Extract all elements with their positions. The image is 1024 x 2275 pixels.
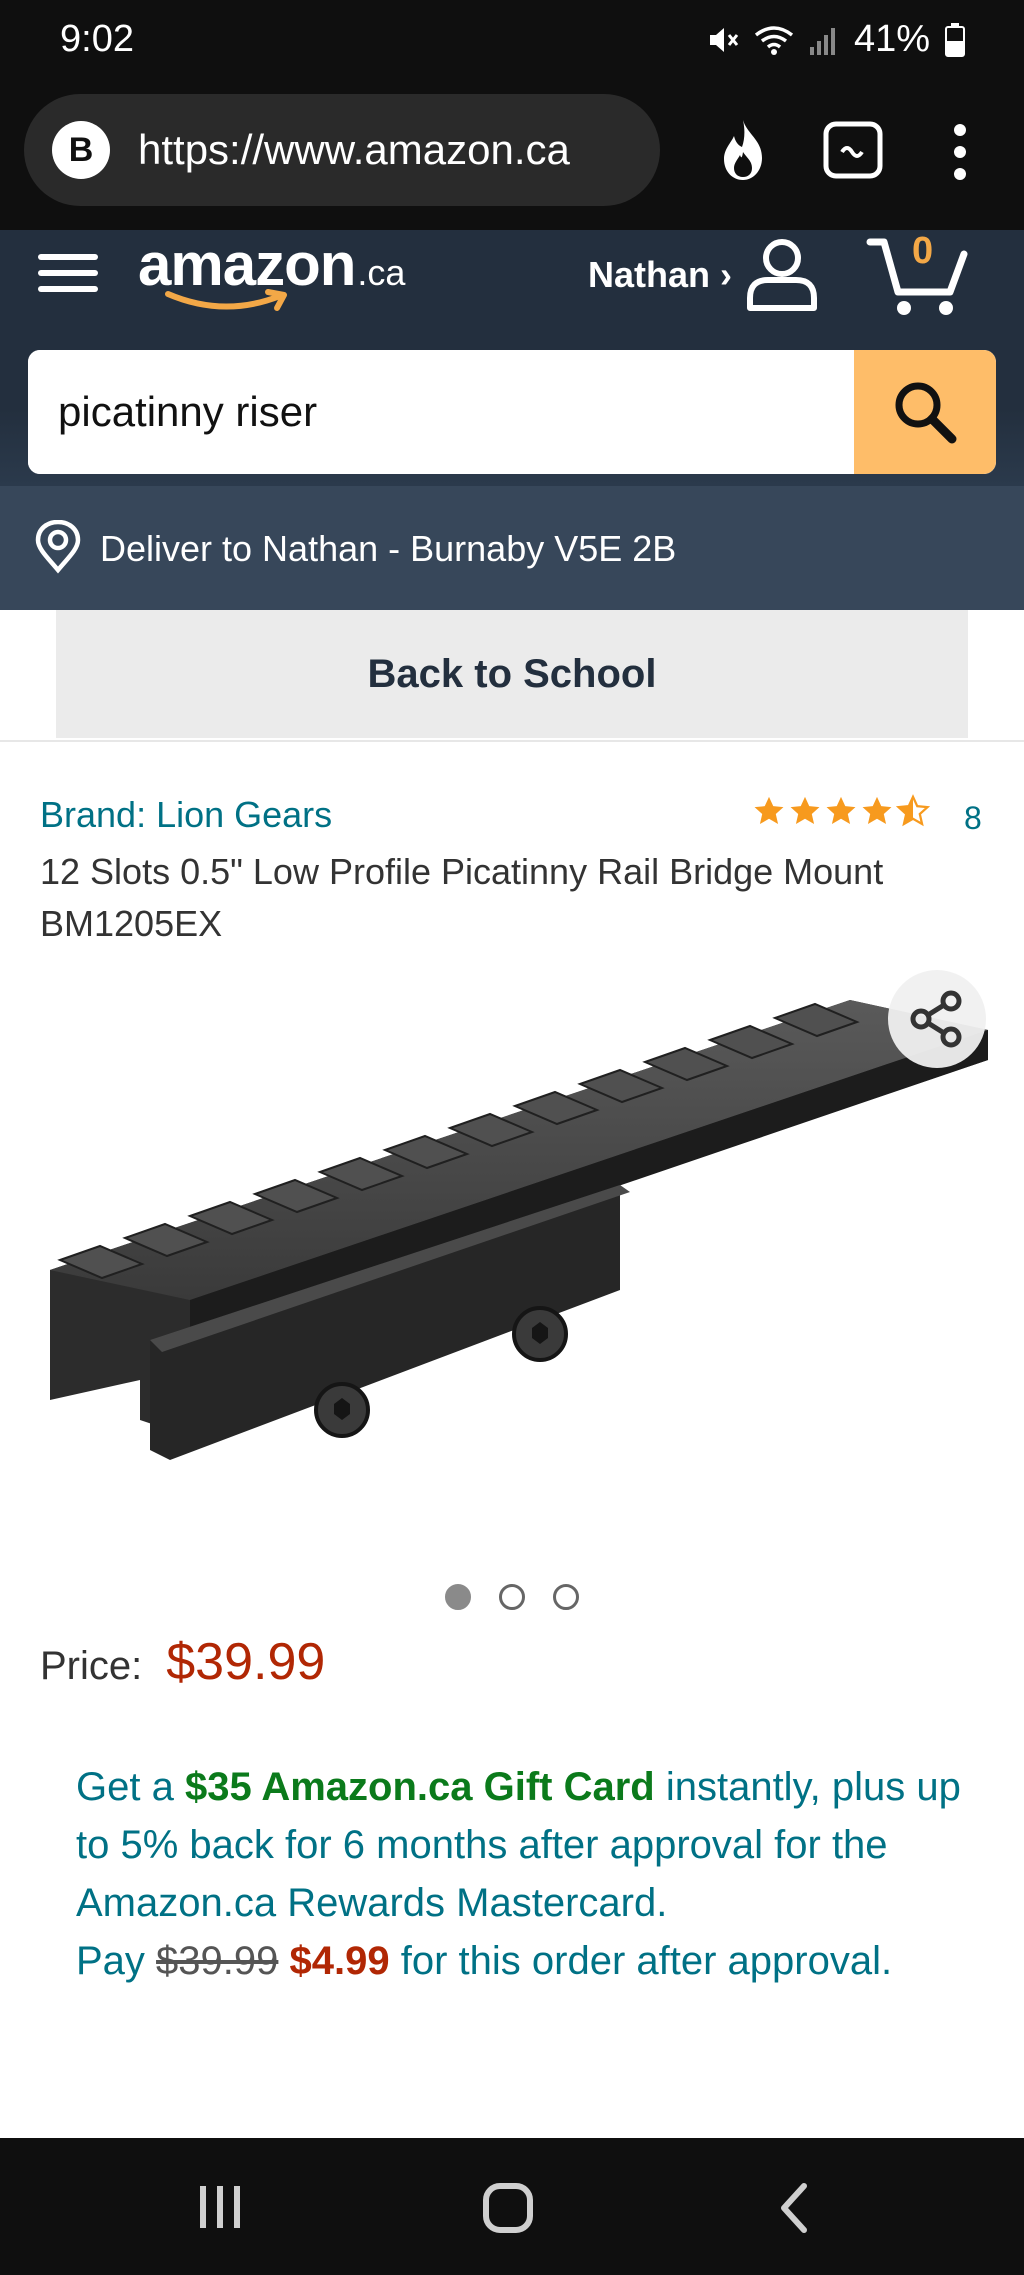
star-full-icon bbox=[754, 796, 784, 825]
location-pin-icon bbox=[35, 520, 81, 574]
status-bar: 9:02 41% bbox=[0, 0, 1024, 88]
more-menu-icon[interactable] bbox=[948, 124, 972, 180]
gift-card-amount: $35 Amazon.ca Gift Card bbox=[184, 1765, 655, 1809]
carousel-dot-1[interactable] bbox=[445, 1584, 471, 1610]
carousel-dot-2[interactable] bbox=[499, 1584, 525, 1610]
rewards-card-offer[interactable]: Get a $35 Amazon.ca Gift Card instantly,… bbox=[76, 1758, 976, 1990]
promo-strip: Back to School bbox=[0, 610, 1024, 742]
old-price: $39.99 bbox=[156, 1939, 279, 1983]
share-button[interactable] bbox=[888, 970, 986, 1068]
account-link[interactable]: Nathan › bbox=[588, 254, 732, 296]
recent-apps-icon[interactable] bbox=[196, 2182, 244, 2232]
tab-switcher-icon[interactable] bbox=[822, 120, 884, 180]
brand-link[interactable]: Brand: Lion Gears bbox=[40, 794, 332, 836]
star-full-icon bbox=[790, 796, 820, 825]
site-badge-icon: B bbox=[52, 121, 110, 179]
price-value: $39.99 bbox=[166, 1633, 326, 1691]
deliver-text: Deliver to Nathan - Burnaby V5E 2B bbox=[100, 528, 677, 569]
logo-smile-icon bbox=[165, 289, 287, 311]
rating-stars[interactable] bbox=[752, 794, 930, 828]
price-row: Price: $39.99 bbox=[40, 1632, 325, 1692]
search-button[interactable] bbox=[854, 350, 996, 474]
menu-icon[interactable] bbox=[38, 244, 98, 304]
carousel-dot-3[interactable] bbox=[553, 1584, 579, 1610]
star-full-icon bbox=[862, 796, 892, 825]
new-price: $4.99 bbox=[289, 1939, 390, 1983]
share-icon bbox=[910, 990, 962, 1048]
wifi-icon bbox=[754, 25, 794, 55]
image-carousel-dots bbox=[0, 1584, 1024, 1610]
system-nav-bar bbox=[0, 2138, 1024, 2275]
cart-count: 0 bbox=[912, 230, 934, 272]
price-label: Price: bbox=[40, 1644, 143, 1688]
amazon-header: amazon.ca Nathan › 0 bbox=[0, 230, 1024, 486]
battery-icon bbox=[945, 22, 965, 57]
logo-tld: .ca bbox=[357, 252, 406, 293]
url-text[interactable]: https://www.amazon.ca bbox=[138, 126, 648, 174]
back-icon[interactable] bbox=[776, 2182, 812, 2234]
pay-label: Pay bbox=[76, 1939, 157, 1983]
deliver-location-bar[interactable]: Deliver to Nathan - Burnaby V5E 2B bbox=[0, 486, 1024, 610]
status-icons: 41% bbox=[706, 18, 966, 61]
rewards-text-1: Get a bbox=[76, 1765, 185, 1809]
product-image[interactable] bbox=[20, 960, 1004, 1520]
mute-icon bbox=[709, 27, 739, 52]
search-icon bbox=[895, 382, 957, 444]
address-bar[interactable]: B https://www.amazon.ca bbox=[24, 94, 660, 206]
account-icon[interactable] bbox=[744, 236, 820, 312]
product-title: 12 Slots 0.5" Low Profile Picatinny Rail… bbox=[40, 851, 884, 944]
status-time: 9:02 bbox=[60, 18, 134, 60]
browser-toolbar: B https://www.amazon.ca bbox=[0, 88, 1024, 230]
home-icon[interactable] bbox=[482, 2182, 534, 2234]
star-half-icon bbox=[896, 794, 930, 827]
search-input[interactable] bbox=[28, 350, 854, 474]
rating-count[interactable]: 8 bbox=[964, 800, 982, 837]
amazon-logo[interactable]: amazon.ca bbox=[138, 230, 406, 311]
back-to-school-button[interactable]: Back to School bbox=[56, 610, 968, 738]
search-bar bbox=[28, 350, 996, 474]
signal-icon bbox=[809, 27, 835, 55]
cart-button[interactable]: 0 bbox=[866, 230, 976, 320]
battery-percent: 41% bbox=[853, 18, 930, 60]
star-full-icon bbox=[826, 796, 856, 825]
rewards-text-3: for this order after approval. bbox=[389, 1939, 893, 1983]
flame-icon[interactable] bbox=[714, 118, 772, 182]
